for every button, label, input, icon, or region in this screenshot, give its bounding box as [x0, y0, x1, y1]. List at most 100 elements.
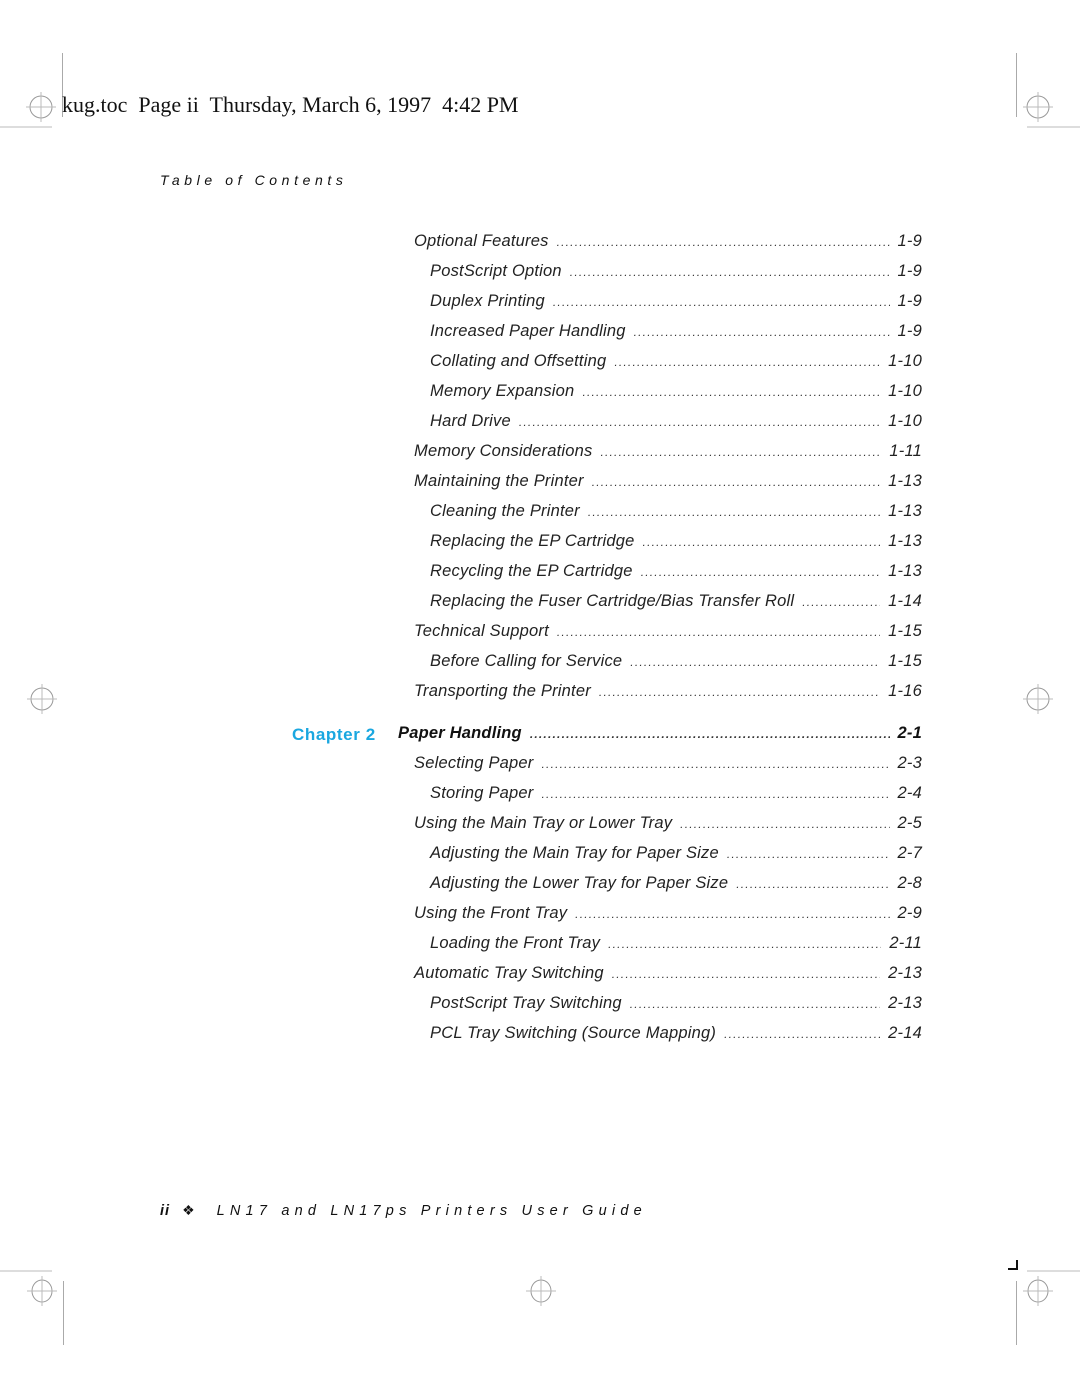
toc-entry-title: Selecting Paper [414, 754, 534, 772]
toc-entry[interactable]: Increased Paper Handling 1-9 [430, 322, 922, 341]
toc-entry-page: 1-9 [897, 292, 922, 310]
toc-entry-title: Duplex Printing [430, 292, 545, 310]
toc-entry[interactable]: PCL Tray Switching (Source Mapping) 2-14 [430, 1024, 922, 1043]
dot-leader [519, 415, 880, 429]
toc-entry[interactable]: Memory Expansion 1-10 [430, 382, 922, 401]
toc-entry[interactable]: PostScript Tray Switching 2-13 [430, 994, 922, 1013]
toc-entry[interactable]: Collating and Offsetting 1-10 [430, 352, 922, 371]
toc-entry-title: PCL Tray Switching (Source Mapping) [430, 1024, 717, 1042]
toc-entry-page: 1-15 [888, 622, 922, 640]
crop-corner-mark [1008, 1260, 1018, 1270]
toc-entry[interactable]: Storing Paper 2-4 [430, 784, 922, 803]
toc-entry[interactable]: Transporting the Printer 1-16 [414, 682, 922, 701]
toc-entry[interactable]: Before Calling for Service 1-15 [430, 652, 922, 671]
dot-leader [588, 505, 880, 519]
toc-entry-title: PostScript Option [430, 262, 562, 280]
toc-entry-title: Adjusting the Main Tray for Paper Size [430, 844, 719, 862]
chapter-label: Chapter 2 [292, 725, 376, 744]
dot-leader [641, 565, 880, 579]
toc-entry[interactable]: Cleaning the Printer 1-13 [430, 502, 922, 521]
toc-entry-page: 2-5 [897, 814, 922, 832]
toc-entry[interactable]: Memory Considerations 1-11 [414, 442, 922, 461]
dot-leader [680, 817, 889, 831]
toc-entry[interactable]: Recycling the EP Cartridge 1-13 [430, 562, 922, 581]
toc-entry-page: 2-11 [889, 934, 922, 952]
toc-entry-page: 2-3 [897, 754, 922, 772]
crop-mark-bottom-right-horizontal [1027, 1270, 1080, 1272]
toc-entry[interactable]: PostScript Option 1-9 [430, 262, 922, 281]
toc-entry[interactable]: Maintaining the Printer 1-13 [414, 472, 922, 491]
dot-leader [724, 1027, 880, 1041]
toc-entry-page: 2-13 [888, 994, 922, 1012]
toc-entry[interactable]: Using the Main Tray or Lower Tray 2-5 [414, 814, 922, 833]
registration-mark-icon [27, 1276, 57, 1306]
registration-mark-icon [1023, 684, 1053, 714]
toc-entry-title: Optional Features [414, 232, 549, 250]
dot-leader [553, 295, 890, 309]
toc-entry-title: PostScript Tray Switching [430, 994, 622, 1012]
dot-leader [612, 967, 880, 981]
toc-entry-page: 1-14 [888, 592, 922, 610]
toc-entry-page: 1-9 [897, 232, 922, 250]
toc-entry-title: Cleaning the Printer [430, 502, 580, 520]
registration-mark-icon [526, 1276, 556, 1306]
toc-entry[interactable]: Replacing the Fuser Cartridge/Bias Trans… [430, 592, 922, 611]
toc-entry[interactable]: Replacing the EP Cartridge 1-13 [430, 532, 922, 551]
toc-entry[interactable]: Adjusting the Lower Tray for Paper Size 2… [430, 874, 922, 893]
toc-entry-page: 1-13 [888, 532, 922, 550]
toc-entry-title: Maintaining the Printer [414, 472, 584, 490]
print-slug-header: kug.toc Page ii Thursday, March 6, 1997 … [62, 92, 519, 118]
dot-leader [608, 937, 881, 951]
toc-entry-page: 1-13 [888, 472, 922, 490]
dot-leader [599, 685, 880, 699]
toc-entry-page: 2-8 [897, 874, 922, 892]
dot-leader [592, 475, 880, 489]
dot-leader [727, 847, 890, 861]
dot-leader [557, 625, 880, 639]
diamond-ornament-icon: ❖ [182, 1202, 195, 1218]
toc-entry-page: 2-1 [897, 724, 922, 742]
toc-entry-title: Transporting the Printer [414, 682, 591, 700]
toc-entry[interactable]: Adjusting the Main Tray for Paper Size 2-… [430, 844, 922, 863]
dot-leader [736, 877, 889, 891]
page-footer: ii ❖ LN17 and LN17ps Printers User Guide [160, 1202, 647, 1219]
toc-entry-title: Increased Paper Handling [430, 322, 626, 340]
crop-mark-top-left-horizontal [0, 126, 52, 128]
dot-leader [802, 595, 880, 609]
toc-entry-page: 1-13 [888, 562, 922, 580]
toc-entry-page: 1-13 [888, 502, 922, 520]
section-title: Table of Contents [160, 172, 348, 188]
chapter-entry[interactable]: Paper Handling 2-1 [398, 724, 922, 743]
toc-entry-title: Paper Handling [398, 724, 522, 742]
toc-entry[interactable]: Duplex Printing 1-9 [430, 292, 922, 311]
toc-entry[interactable]: Selecting Paper 2-3 [414, 754, 922, 773]
toc-entry-title: Replacing the Fuser Cartridge/Bias Trans… [430, 592, 795, 610]
toc-entry[interactable]: Hard Drive 1-10 [430, 412, 922, 431]
dot-leader [634, 325, 890, 339]
registration-mark-icon [27, 684, 57, 714]
slug-page: Page ii [138, 92, 199, 117]
registration-mark-icon [26, 92, 56, 122]
registration-mark-icon [1023, 1276, 1053, 1306]
toc-entry[interactable]: Technical Support 1-15 [414, 622, 922, 641]
dot-leader [542, 757, 890, 771]
toc-entry-page: 1-15 [888, 652, 922, 670]
toc-entry-title: Adjusting the Lower Tray for Paper Size [430, 874, 729, 892]
footer-page-number: ii [160, 1203, 171, 1219]
crop-mark-top-right-vertical [1016, 53, 1017, 117]
toc-entry[interactable]: Loading the Front Tray 2-11 [430, 934, 922, 953]
dot-leader [614, 355, 880, 369]
toc-entry[interactable]: Optional Features 1-9 [414, 232, 922, 251]
dot-leader [542, 787, 890, 801]
toc-entry-title: Replacing the EP Cartridge [430, 532, 635, 550]
toc-entry-title: Loading the Front Tray [430, 934, 601, 952]
toc-entry-title: Automatic Tray Switching [414, 964, 604, 982]
toc-entry[interactable]: Automatic Tray Switching 2-13 [414, 964, 922, 983]
toc-entry-page: 1-10 [888, 352, 922, 370]
crop-mark-top-right-horizontal [1027, 126, 1080, 128]
toc-entry-title: Hard Drive [430, 412, 511, 430]
dot-leader [575, 907, 889, 921]
slug-timestamp: Thursday, March 6, 1997 4:42 PM [209, 92, 519, 117]
toc-entry[interactable]: Using the Front Tray 2-9 [414, 904, 922, 923]
toc-entry-page: 1-10 [888, 382, 922, 400]
